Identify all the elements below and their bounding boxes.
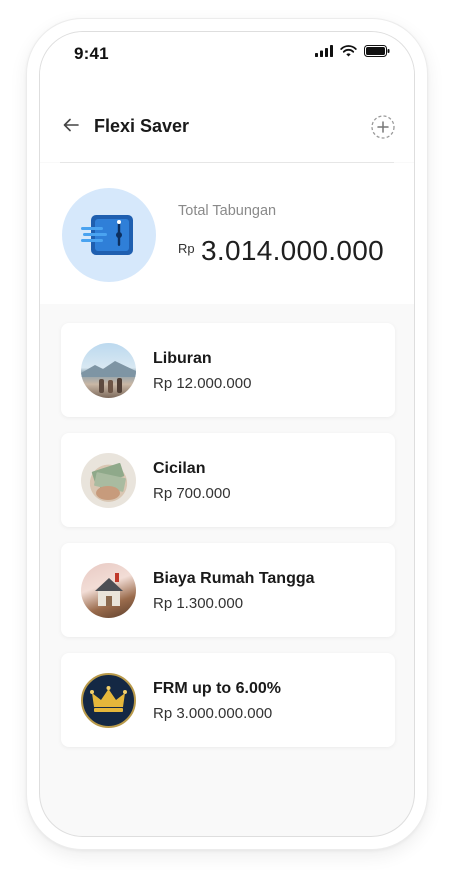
status-time: 9:41 [74,44,109,63]
house-photo-icon [81,563,136,618]
arrow-left-icon [63,118,79,132]
pocket-name: Biaya Rumah Tangga [153,570,315,587]
pocket-amount: Rp 12.000.000 [153,375,252,392]
total-savings-label: Total Tabungan [178,203,277,219]
pocket-amount: Rp 700.000 [153,485,231,502]
pocket-name: Liburan [153,350,212,367]
beach-photo-icon [81,343,136,398]
vault-avatar [62,188,156,282]
pocket-card-cicilan[interactable]: Cicilan Rp 700.000 [61,433,395,527]
wifi-icon [340,45,357,57]
back-button[interactable] [60,114,82,136]
pocket-amount: Rp 1.300.000 [153,595,244,612]
pocket-name: Cicilan [153,460,206,477]
crown-icon [81,673,136,728]
add-pocket-button[interactable] [370,114,396,140]
pocket-name: FRM up to 6.00% [153,680,282,697]
vault-icon [81,215,133,255]
total-savings-amount: 3.014.000.000 [201,235,384,266]
pocket-card-liburan[interactable]: Liburan Rp 12.000.000 [61,323,395,417]
money-photo-icon [81,453,136,508]
plus-circle-icon [371,115,395,139]
signal-icon [315,45,333,57]
battery-icon [364,45,390,57]
pocket-list: Liburan Rp 12.000.000 Cicilan Rp 700.000 [61,323,395,763]
pocket-card-rumah-tangga[interactable]: Biaya Rumah Tangga Rp 1.300.000 [61,543,395,637]
savings-summary: Total Tabungan Rp 3.014.000.000 [40,163,414,304]
pocket-card-frm[interactable]: FRM up to 6.00% Rp 3.000.000.000 [61,653,395,747]
status-icons [315,45,390,57]
phone-frame: 9:41 Flexi Saver Total Tabungan Rp 3.014… [26,18,428,850]
app-header: Flexi Saver [40,78,414,162]
pocket-amount: Rp 3.000.000.000 [153,705,273,722]
page-title: Flexi Saver [94,116,190,136]
total-currency: Rp [178,241,195,256]
status-bar: 9:41 [40,32,414,78]
app-screen: 9:41 Flexi Saver Total Tabungan Rp 3.014… [39,31,415,837]
